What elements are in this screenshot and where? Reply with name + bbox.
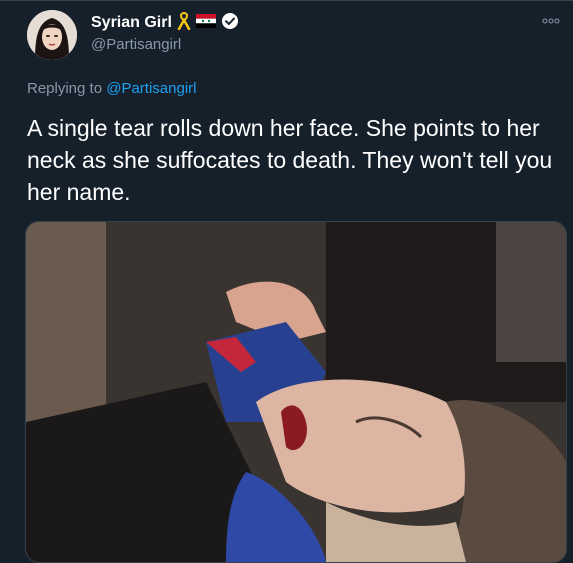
replying-prefix: Replying to: [27, 80, 107, 97]
media-image: [26, 222, 566, 562]
verified-icon: [221, 12, 239, 35]
yellow-ribbon-icon: [177, 11, 191, 35]
display-name[interactable]: Syrian Girl: [91, 14, 172, 32]
tweet-header: Syrian Girl @Partisangirl: [91, 11, 239, 53]
divider: [0, 0, 573, 1]
name-row: Syrian Girl: [91, 11, 239, 35]
avatar[interactable]: [27, 10, 77, 60]
avatar-image: [27, 10, 77, 60]
replying-to: Replying to @Partisangirl: [27, 80, 196, 97]
author-handle[interactable]: @Partisangirl: [91, 36, 239, 53]
reply-handle-link[interactable]: @Partisangirl: [106, 80, 196, 97]
syria-flag-icon: [195, 13, 216, 33]
tweet-media[interactable]: [25, 221, 567, 563]
more-options-icon[interactable]: [541, 14, 561, 28]
tweet-text: A single tear rolls down her face. She p…: [27, 115, 553, 205]
